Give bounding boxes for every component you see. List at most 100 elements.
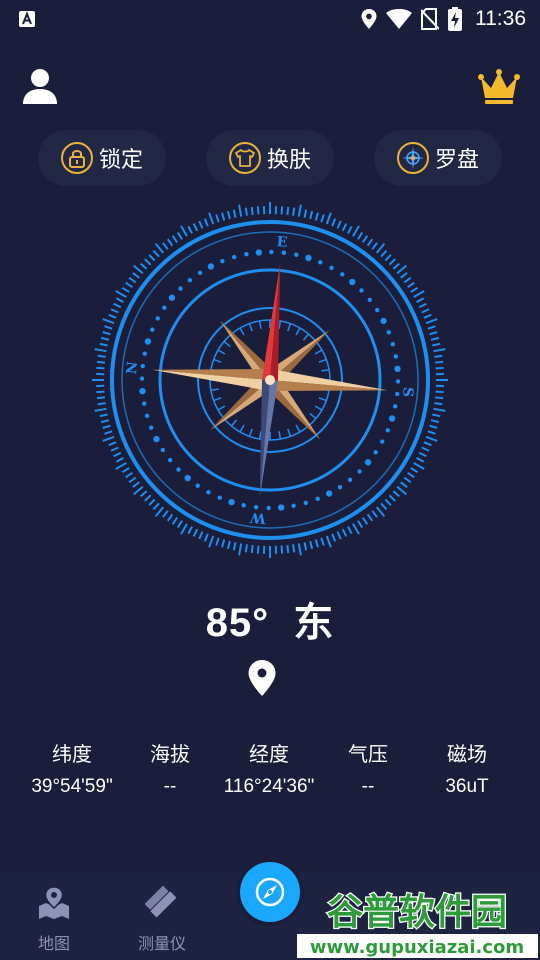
inner-tick bbox=[314, 405, 323, 411]
inner-tick bbox=[210, 388, 219, 392]
dial-tick bbox=[256, 206, 260, 215]
heading-direction: 东 bbox=[293, 601, 335, 645]
dial-tick bbox=[423, 441, 432, 447]
dial-tick bbox=[400, 481, 408, 488]
dial-dot bbox=[294, 252, 299, 257]
wifi-icon bbox=[386, 9, 412, 29]
nav-item-measure[interactable]: 测量仪 bbox=[112, 886, 212, 954]
dial-tick bbox=[286, 206, 290, 216]
map-marker-icon[interactable] bbox=[248, 660, 276, 696]
skin-button[interactable]: 换肤 bbox=[206, 130, 334, 186]
inner-tick bbox=[318, 358, 327, 363]
dial-tick bbox=[148, 254, 156, 262]
dial-tick bbox=[132, 272, 140, 279]
user-icon bbox=[23, 69, 57, 104]
dial-tick bbox=[226, 540, 231, 550]
dial-dot bbox=[315, 496, 320, 501]
dial-dot bbox=[187, 277, 193, 283]
dial-tick bbox=[357, 520, 364, 529]
dial-tick bbox=[166, 513, 174, 522]
compass-style-button[interactable]: 罗盘 bbox=[374, 130, 502, 186]
dial-dot bbox=[329, 265, 334, 270]
dial-tick bbox=[108, 313, 117, 319]
dial-tick bbox=[203, 218, 209, 227]
nav-label-measure: 测量仪 bbox=[137, 934, 186, 953]
dial-tick bbox=[427, 325, 436, 330]
compass-style-label: 罗盘 bbox=[434, 148, 479, 173]
dial-tick bbox=[430, 419, 440, 424]
dial-tick bbox=[110, 446, 119, 452]
dial-tick bbox=[100, 336, 110, 341]
inner-tick bbox=[302, 333, 310, 341]
dial-tick bbox=[96, 366, 105, 370]
dial-tick bbox=[192, 223, 199, 232]
dial-tick bbox=[413, 462, 425, 470]
dial-dot bbox=[395, 391, 400, 397]
dial-dot bbox=[253, 505, 259, 510]
dial-tick bbox=[400, 272, 408, 279]
dial-tick bbox=[366, 513, 374, 522]
compass-tab-button[interactable] bbox=[240, 862, 300, 922]
dial-dot bbox=[385, 428, 390, 433]
dial-tick bbox=[375, 506, 386, 517]
dial-tick bbox=[256, 545, 260, 554]
dial-tick bbox=[280, 545, 284, 554]
dial-dot bbox=[303, 500, 309, 506]
dial-tick bbox=[416, 297, 425, 303]
lock-button[interactable]: 锁定 bbox=[38, 130, 166, 186]
dial-tick bbox=[309, 210, 314, 220]
status-bar: 11:36 bbox=[0, 0, 540, 38]
inner-tick bbox=[321, 368, 330, 372]
profile-button[interactable] bbox=[20, 66, 60, 106]
dial-dot bbox=[269, 249, 274, 255]
dial-dot bbox=[349, 278, 356, 286]
heading-readout: 85° 东 bbox=[0, 590, 540, 648]
dial-tick bbox=[396, 485, 407, 496]
dial-tick bbox=[286, 544, 290, 554]
dial-dot bbox=[281, 250, 287, 255]
dial-dot bbox=[150, 327, 155, 332]
dial-tick bbox=[110, 308, 119, 314]
dial-tick bbox=[325, 535, 332, 548]
inner-tick bbox=[295, 424, 301, 433]
dial-tick bbox=[303, 209, 308, 218]
lock-label: 锁定 bbox=[98, 148, 143, 173]
dial-tick bbox=[297, 543, 302, 556]
dial-tick bbox=[425, 435, 438, 442]
dial-dot bbox=[337, 484, 343, 490]
dial-tick bbox=[94, 407, 107, 412]
dial-dot bbox=[176, 467, 181, 472]
nav-item-map[interactable]: 地图 bbox=[4, 886, 104, 954]
inner-tick bbox=[287, 428, 292, 437]
dial-tick bbox=[221, 212, 226, 221]
shirt-icon bbox=[228, 142, 261, 174]
dial-tick bbox=[250, 206, 254, 216]
inner-tick bbox=[239, 424, 245, 433]
dial-dot bbox=[357, 469, 362, 474]
dial-tick bbox=[396, 264, 407, 275]
dial-tick bbox=[421, 446, 430, 452]
dial-tick bbox=[192, 528, 199, 537]
vip-button[interactable] bbox=[478, 68, 520, 106]
dial-tick bbox=[314, 539, 319, 548]
compass-needle-icon bbox=[255, 877, 285, 907]
action-pills: 锁定 换肤 罗盘 bbox=[0, 130, 540, 186]
dial-tick bbox=[366, 238, 374, 247]
dial-tick bbox=[115, 290, 127, 298]
inner-tick bbox=[248, 428, 253, 437]
dial-tick bbox=[435, 366, 444, 370]
dial-tick bbox=[238, 204, 243, 217]
dial-tick bbox=[423, 313, 432, 319]
dial-tick bbox=[331, 533, 337, 542]
dial-tick bbox=[434, 354, 443, 358]
dial-dot bbox=[231, 254, 237, 260]
inner-tick bbox=[230, 419, 238, 427]
dial-dot bbox=[347, 477, 353, 483]
watermark-logo: 谷普软件园 www.gupuxiazai.com bbox=[297, 891, 538, 958]
dial-tick bbox=[96, 390, 105, 394]
no-sim-icon bbox=[421, 8, 439, 30]
dial-tick bbox=[121, 467, 130, 474]
dial-tick bbox=[102, 424, 111, 429]
dial-tick bbox=[140, 490, 148, 498]
nav-label-map: 地图 bbox=[37, 934, 70, 953]
